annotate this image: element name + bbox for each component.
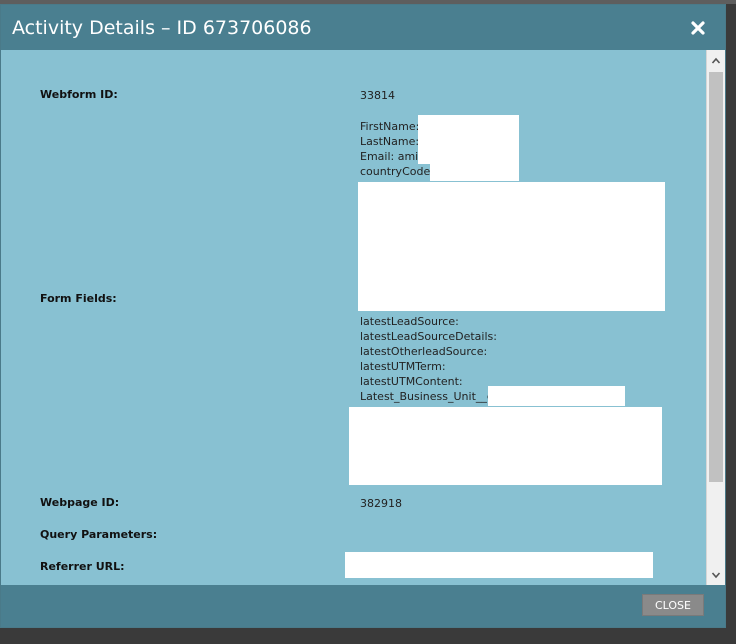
redaction-block: [418, 115, 519, 164]
redaction-block: [430, 163, 519, 181]
form-field-latestleadsourcedetails: latestLeadSourceDetails:: [360, 330, 497, 343]
redaction-block: [358, 182, 665, 311]
form-field-countrycode: countryCode:: [360, 165, 434, 178]
chevron-down-icon[interactable]: [711, 570, 721, 580]
form-field-firstname: FirstName:: [360, 120, 420, 133]
form-field-latestutmcontent: latestUTMContent:: [360, 375, 463, 388]
webform-id-label: Webform ID:: [40, 88, 118, 101]
form-field-latestotherleadsource: latestOtherleadSource:: [360, 345, 488, 358]
form-field-latestutmterm: latestUTMTerm:: [360, 360, 446, 373]
form-field-latest-business-unit: Latest_Business_Unit__c:: [360, 390, 497, 403]
close-button[interactable]: CLOSE: [642, 594, 704, 616]
content-scrollbar[interactable]: [706, 50, 725, 585]
webform-id-value: 33814: [360, 89, 395, 102]
form-field-email: Email: amit: [360, 150, 423, 163]
activity-details-dialog: Activity Details – ID 673706086 Webform …: [0, 4, 726, 628]
dialog-footer: CLOSE: [1, 585, 725, 627]
details-content: Webform ID: 33814 FirstName: LastName: E…: [1, 50, 706, 585]
webpage-id-value: 382918: [360, 497, 402, 510]
dialog-titlebar: Activity Details – ID 673706086: [1, 5, 725, 50]
form-fields-label: Form Fields:: [40, 292, 117, 305]
scrollbar-thumb[interactable]: [709, 72, 723, 482]
redaction-block: [488, 386, 625, 406]
dialog-title: Activity Details – ID 673706086: [12, 17, 312, 39]
referrer-url-label: Referrer URL:: [40, 560, 125, 573]
close-icon[interactable]: [689, 19, 707, 37]
query-parameters-label: Query Parameters:: [40, 528, 158, 541]
form-field-lastname: LastName:: [360, 135, 420, 148]
redaction-block: [349, 407, 662, 485]
form-field-latestleadsource: latestLeadSource:: [360, 315, 459, 328]
redaction-block: [345, 552, 653, 578]
webpage-id-label: Webpage ID:: [40, 496, 120, 509]
chevron-up-icon[interactable]: [711, 56, 721, 66]
